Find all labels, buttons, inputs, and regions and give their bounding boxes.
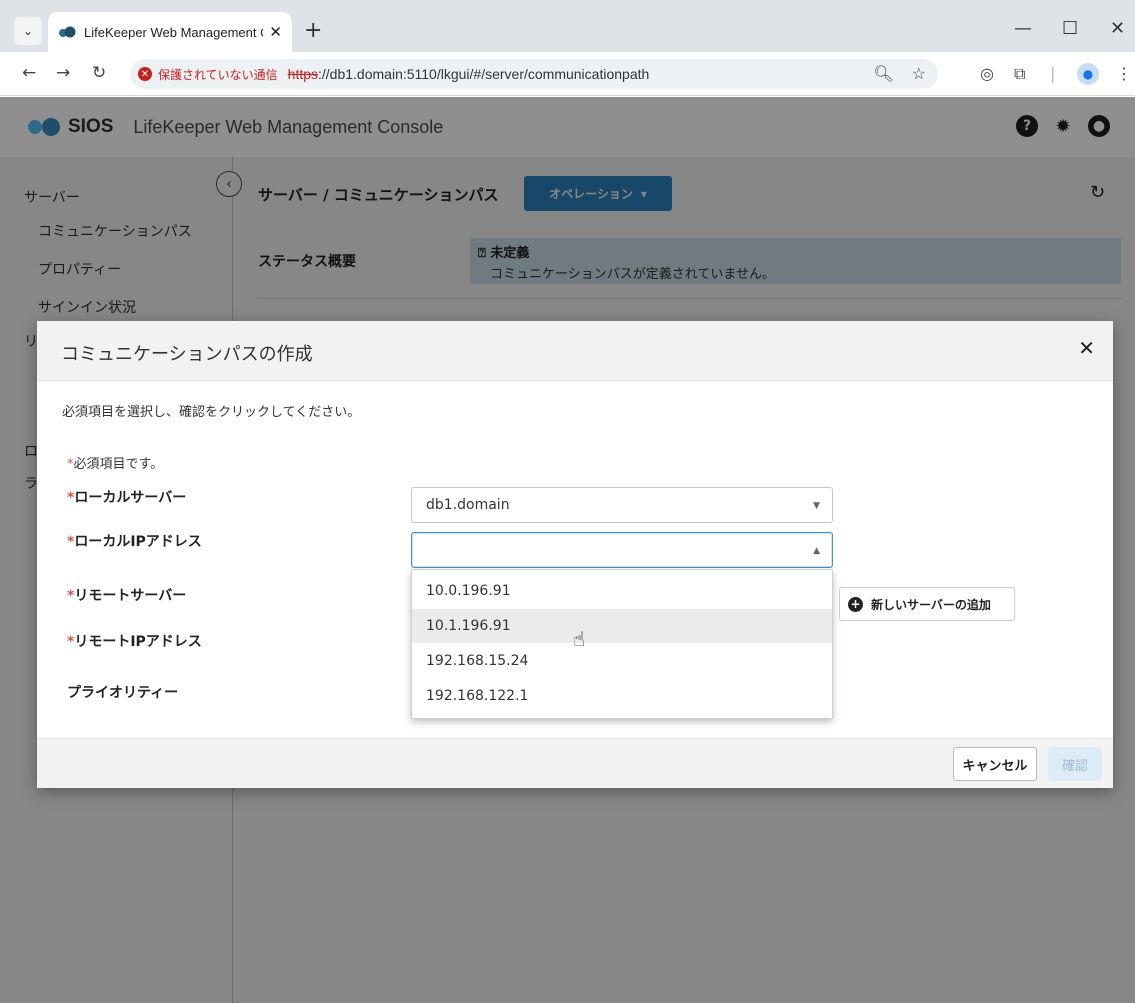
window-close-icon[interactable]: ✕ xyxy=(1110,18,1125,39)
add-server-label: 新しいサーバーの追加 xyxy=(871,597,991,612)
address-bar-row: ← → ↻ ✕ 保護されていない通信 https://db1.domain:51… xyxy=(0,52,1135,96)
hand-pointer-cursor-icon: ☝ xyxy=(573,627,586,651)
ip-option[interactable]: 192.168.122.1 xyxy=(412,679,832,713)
zoom-icon[interactable]: 🔍︎ xyxy=(873,64,893,84)
new-tab-icon[interactable]: + xyxy=(304,18,322,43)
close-icon[interactable]: ✕ xyxy=(1078,336,1095,360)
forward-icon[interactable]: → xyxy=(56,63,70,83)
not-secure-icon[interactable]: ✕ xyxy=(138,67,152,81)
ip-option-hovered[interactable]: 10.1.196.91 xyxy=(412,609,832,643)
add-new-server-button[interactable]: + 新しいサーバーの追加 xyxy=(839,587,1015,621)
chevron-down-icon: ▼ xyxy=(813,501,820,511)
local-server-label: *ローカルサーバー xyxy=(67,487,186,507)
tab-search-chevron-icon[interactable]: ⌄ xyxy=(14,17,42,45)
toolbar-divider: | xyxy=(1050,64,1056,83)
minimize-icon[interactable]: — xyxy=(1014,18,1032,39)
security-warning[interactable]: 保護されていない通信 xyxy=(158,66,278,83)
tab-close-icon[interactable]: ✕ xyxy=(269,23,282,41)
puzzle-icon[interactable]: ⧉ xyxy=(1014,64,1025,84)
product-name: LifeKeeper Web Management Console xyxy=(133,116,444,137)
reload-icon[interactable]: ↻ xyxy=(92,63,106,83)
help-icon[interactable]: ? xyxy=(1016,115,1038,137)
local-ip-label: *ローカルIPアドレス xyxy=(67,531,202,551)
local-ip-label-text: ローカルIPアドレス xyxy=(74,534,202,550)
remote-ip-label-text: リモートIPアドレス xyxy=(74,634,202,650)
dialog-header: コミュニケーションパスの作成 ✕ xyxy=(37,321,1113,381)
brand-name: SIOS xyxy=(68,116,114,137)
browser-menu-icon[interactable]: ⋮ xyxy=(1116,64,1132,83)
remote-server-label: *リモートサーバー xyxy=(67,585,186,605)
site-favicon-icon xyxy=(58,26,76,38)
ip-option[interactable]: 192.168.15.24 xyxy=(412,644,832,678)
app-header: SIOS LifeKeeper Web Management Console ?… xyxy=(0,97,1135,157)
gear-icon[interactable]: ✹ xyxy=(1052,115,1074,137)
dialog-footer: キャンセル 確認 xyxy=(37,738,1113,788)
local-server-label-text: ローカルサーバー xyxy=(74,490,187,506)
chevron-up-icon: ▲ xyxy=(813,546,820,556)
url-text: ://db1.domain:5110/lkgui/#/server/commun… xyxy=(318,66,650,82)
remote-ip-label: *リモートIPアドレス xyxy=(67,631,202,651)
back-icon[interactable]: ← xyxy=(22,63,36,83)
maximize-icon[interactable]: ☐ xyxy=(1062,18,1078,39)
extension-icon[interactable]: ◎ xyxy=(980,64,994,83)
required-note: *必須項目です。 xyxy=(67,453,163,472)
logo-mark-large xyxy=(42,118,60,136)
dialog-instruction: 必須項目を選択し、確認をクリックしてください。 xyxy=(62,405,361,420)
ip-option[interactable]: 10.0.196.91 xyxy=(412,574,832,608)
browser-tab[interactable]: LifeKeeper Web Management C ✕ xyxy=(48,12,292,52)
user-icon[interactable]: ● xyxy=(1088,115,1110,137)
dialog-title: コミュニケーションパスの作成 xyxy=(61,344,313,365)
bookmark-star-icon[interactable]: ☆ xyxy=(912,64,926,84)
url-scheme: https xyxy=(287,66,319,82)
confirm-button[interactable]: 確認 xyxy=(1048,747,1102,781)
tab-title: LifeKeeper Web Management C xyxy=(84,24,264,40)
local-server-value: db1.domain xyxy=(426,497,510,513)
local-server-select[interactable]: db1.domain ▼ xyxy=(411,487,833,523)
local-ip-select[interactable]: ▲ xyxy=(411,532,833,568)
logo-mark-small xyxy=(28,120,42,134)
plus-circle-icon: + xyxy=(848,596,863,612)
remote-server-label-text: リモートサーバー xyxy=(74,588,187,604)
create-communication-path-dialog: コミュニケーションパスの作成 ✕ 必須項目を選択し、確認をクリックしてください。… xyxy=(37,321,1113,788)
required-note-text: 必須項目です。 xyxy=(73,457,164,472)
priority-label: プライオリティー xyxy=(67,685,179,701)
cancel-button[interactable]: キャンセル xyxy=(953,747,1037,781)
url-field[interactable]: ✕ 保護されていない通信 https://db1.domain:5110/lkg… xyxy=(130,59,938,89)
profile-avatar-icon[interactable]: ● xyxy=(1077,63,1099,85)
sios-logo: SIOS LifeKeeper Web Management Console xyxy=(28,116,443,138)
local-ip-dropdown: 10.0.196.91 10.1.196.91 192.168.15.24 19… xyxy=(411,569,833,719)
